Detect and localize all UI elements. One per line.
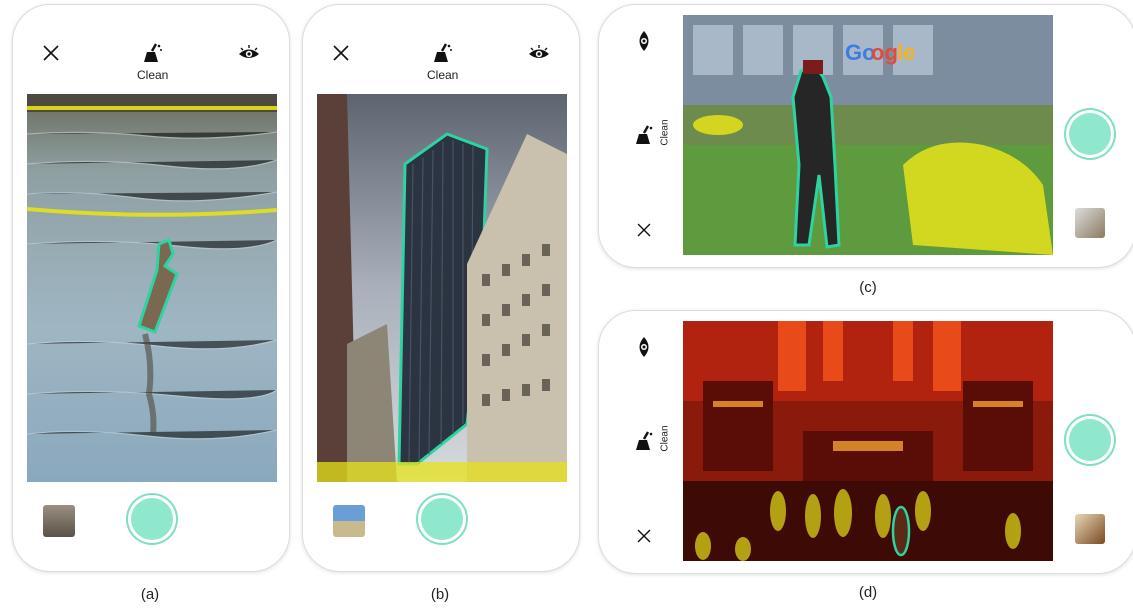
eye-icon[interactable] [633, 29, 655, 53]
phone-panel-a: Clean [12, 4, 290, 572]
panel-caption: (c) [859, 279, 877, 296]
shutter-button[interactable] [1069, 113, 1111, 155]
gallery-thumbnail[interactable] [1075, 208, 1105, 238]
gallery-thumbnail[interactable] [333, 505, 365, 537]
shutter-button[interactable] [1069, 419, 1111, 461]
panel-caption: (d) [858, 584, 878, 601]
shutter-button[interactable] [421, 498, 463, 540]
photo-person-lawn[interactable]: Go og le [683, 15, 1053, 255]
shutter-button[interactable] [131, 498, 173, 540]
phone-panel-c: Clean Go og le [598, 4, 1133, 268]
panel-caption: (a) [140, 586, 160, 603]
eye-icon[interactable] [237, 43, 261, 63]
broom-icon[interactable] [431, 41, 455, 65]
gallery-thumbnail[interactable] [43, 505, 75, 537]
close-icon[interactable] [635, 221, 653, 239]
mode-label: Clean [427, 68, 459, 82]
gallery-thumbnail[interactable] [1075, 514, 1105, 544]
mode-label: Clean [659, 119, 671, 146]
broom-icon[interactable] [633, 429, 657, 453]
svg-text:og: og [871, 40, 898, 65]
phone-panel-d: Clean [598, 310, 1133, 574]
broom-icon[interactable] [141, 41, 165, 65]
close-icon[interactable] [331, 43, 351, 63]
broom-icon[interactable] [633, 123, 657, 147]
photo-water-log[interactable] [27, 94, 277, 482]
eye-icon[interactable] [633, 335, 655, 359]
mode-label: Clean [137, 68, 169, 82]
eye-icon[interactable] [527, 43, 551, 63]
photo-temple-interior[interactable] [683, 321, 1053, 561]
phone-panel-b: Clean [302, 4, 580, 572]
mode-label: Clean [659, 425, 671, 452]
svg-text:le: le [897, 40, 915, 65]
photo-city-buildings[interactable] [317, 94, 567, 482]
close-icon[interactable] [635, 527, 653, 545]
panel-caption: (b) [430, 586, 450, 603]
close-icon[interactable] [41, 43, 61, 63]
